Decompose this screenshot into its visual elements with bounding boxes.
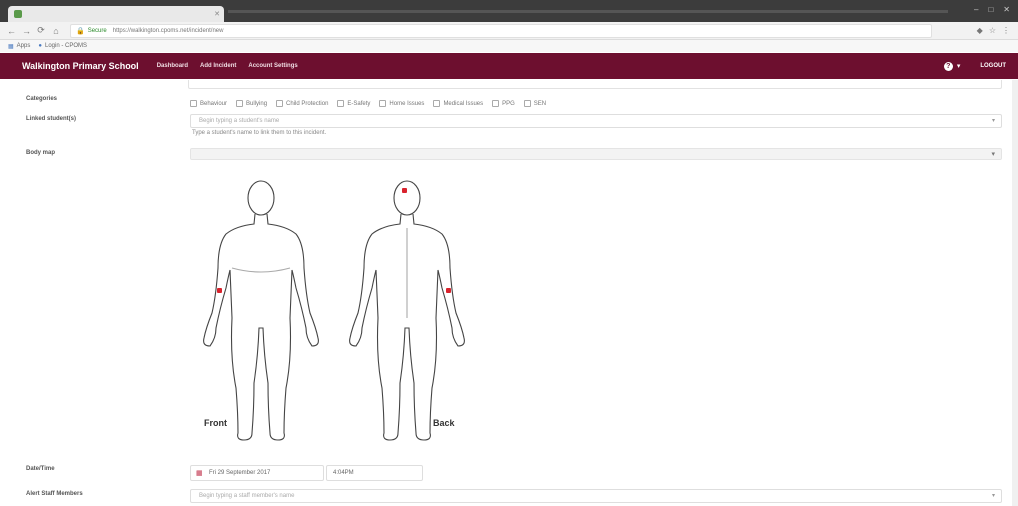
- app-navbar: Walkington Primary School Dashboard Add …: [0, 53, 1018, 79]
- category-label: E-Safety: [347, 100, 371, 107]
- checkbox[interactable]: [190, 100, 197, 107]
- browser-titlebar: ✕ – □ ✕: [0, 0, 1018, 22]
- back-icon[interactable]: ←: [7, 26, 16, 36]
- menu-dots-icon[interactable]: ⋮: [1002, 26, 1010, 35]
- date-input[interactable]: ▦ Fri 29 September 2017: [190, 465, 324, 481]
- forward-icon[interactable]: →: [22, 26, 31, 36]
- front-label: Front: [204, 418, 227, 428]
- checkbox[interactable]: [492, 100, 500, 107]
- linked-students-label: Linked student(s): [26, 116, 77, 122]
- categories-group: Behaviour Bullying Child Protection E-Sa…: [190, 100, 546, 107]
- home-icon[interactable]: ⌂: [52, 26, 60, 36]
- time-value: 4:04PM: [333, 470, 354, 476]
- lock-icon: 🔒: [76, 27, 85, 35]
- category-label: Bullying: [246, 100, 268, 107]
- injury-marker-back-head[interactable]: [402, 188, 407, 193]
- category-home-issues[interactable]: Home Issues: [379, 100, 424, 107]
- school-brand[interactable]: Walkington Primary School: [22, 61, 139, 71]
- alert-staff-label: Alert Staff Members: [26, 491, 83, 497]
- injury-marker-front-left-arm[interactable]: [217, 288, 222, 293]
- category-e-safety[interactable]: E-Safety: [337, 100, 370, 107]
- chevron-down-icon: ▾: [991, 118, 995, 124]
- checkbox[interactable]: [236, 100, 244, 107]
- nav-add-incident[interactable]: Add Incident: [200, 63, 236, 69]
- nav-dashboard[interactable]: Dashboard: [157, 63, 188, 69]
- bookmark-icon: ●: [38, 43, 42, 49]
- body-back-figure[interactable]: [342, 178, 472, 446]
- close-tab-icon[interactable]: ✕: [214, 10, 224, 18]
- window-controls: – □ ✕: [974, 5, 1010, 14]
- bookmarks-bar: ▦ Apps ● Login - CPOMS: [0, 40, 1018, 52]
- user-menu-icon[interactable]: ▾: [957, 62, 961, 70]
- category-sen[interactable]: SEN: [523, 100, 547, 107]
- address-bar: ← → ⟳ ⌂ 🔒 Secure https://walkington.cpom…: [0, 22, 1018, 40]
- body-map-label: Body map: [26, 150, 56, 156]
- back-label: Back: [433, 418, 455, 428]
- categories-label: Categories: [26, 96, 58, 102]
- reload-icon[interactable]: ⟳: [37, 25, 45, 36]
- checkbox[interactable]: [337, 100, 345, 107]
- url-field[interactable]: 🔒 Secure https://walkington.cpoms.net/in…: [70, 23, 932, 38]
- linked-students-input[interactable]: Begin typing a student's name ▾: [190, 114, 1002, 128]
- minimize-icon[interactable]: –: [974, 5, 978, 14]
- linked-students-help: Type a student's name to link them to th…: [192, 130, 327, 136]
- bookmark-login[interactable]: ● Login - CPOMS: [38, 43, 87, 49]
- category-label: Medical Issues: [443, 100, 484, 107]
- caret-down-icon: ▾: [991, 151, 995, 158]
- browser-tab[interactable]: ✕: [8, 6, 224, 22]
- cpoms-favicon-icon: [14, 10, 22, 18]
- calendar-icon[interactable]: ▦: [196, 469, 203, 477]
- secure-label: Secure: [87, 27, 107, 34]
- navbar-right: ? ▾ LOGOUT: [943, 61, 1006, 71]
- datetime-label: Date/Time: [26, 466, 55, 472]
- category-label: Child Protection: [286, 100, 329, 107]
- checkbox[interactable]: [433, 100, 441, 107]
- bookmark-label: Apps: [16, 43, 31, 49]
- page-scrollbar[interactable]: [1012, 80, 1018, 506]
- tab-strip: [228, 10, 948, 13]
- apps-grid-icon: ▦: [8, 43, 14, 50]
- chevron-down-icon: ▾: [991, 493, 995, 499]
- date-value: Fri 29 September 2017: [209, 470, 271, 476]
- category-child-protection[interactable]: Child Protection: [276, 100, 328, 107]
- time-input[interactable]: 4:04PM: [326, 465, 423, 481]
- category-label: SEN: [533, 100, 547, 107]
- alert-staff-input[interactable]: Begin typing a staff member's name ▾: [190, 489, 1002, 503]
- category-label: PPG: [502, 100, 515, 107]
- bookmark-apps[interactable]: ▦ Apps: [8, 43, 30, 50]
- category-behaviour[interactable]: Behaviour: [190, 100, 227, 107]
- category-bullying[interactable]: Bullying: [236, 100, 267, 107]
- close-window-icon[interactable]: ✕: [1003, 5, 1010, 14]
- checkbox[interactable]: [276, 100, 284, 107]
- linked-students-placeholder: Begin typing a student's name: [199, 118, 280, 124]
- category-label: Home Issues: [389, 100, 425, 107]
- bookmark-label: Login - CPOMS: [44, 43, 87, 49]
- body-map-toggle[interactable]: ▾: [190, 148, 1002, 160]
- help-icon[interactable]: ?: [943, 61, 953, 71]
- injury-marker-back-right-arm[interactable]: [446, 288, 451, 293]
- checkbox[interactable]: [523, 100, 531, 107]
- main-content: [0, 80, 1018, 506]
- alert-staff-placeholder: Begin typing a staff member's name: [199, 493, 295, 499]
- nav-account-settings[interactable]: Account Settings: [248, 63, 297, 69]
- category-medical-issues[interactable]: Medical Issues: [433, 100, 483, 107]
- url-text: https://walkington.cpoms.net/incident/ne…: [112, 27, 224, 34]
- logout-link[interactable]: LOGOUT: [980, 63, 1006, 69]
- category-ppg[interactable]: PPG: [492, 100, 515, 107]
- extensions: ◆ ☆ ⋮: [977, 26, 1010, 35]
- star-icon[interactable]: ☆: [989, 26, 996, 35]
- browser-window: ✕ – □ ✕ ← → ⟳ ⌂ 🔒 Secure https://walking…: [0, 0, 1018, 506]
- category-label: Behaviour: [200, 100, 228, 107]
- maximize-icon[interactable]: □: [988, 5, 993, 14]
- extension-icon[interactable]: ◆: [977, 26, 983, 35]
- checkbox[interactable]: [379, 100, 387, 107]
- previous-field[interactable]: [188, 80, 1002, 89]
- body-front-figure[interactable]: [196, 178, 326, 446]
